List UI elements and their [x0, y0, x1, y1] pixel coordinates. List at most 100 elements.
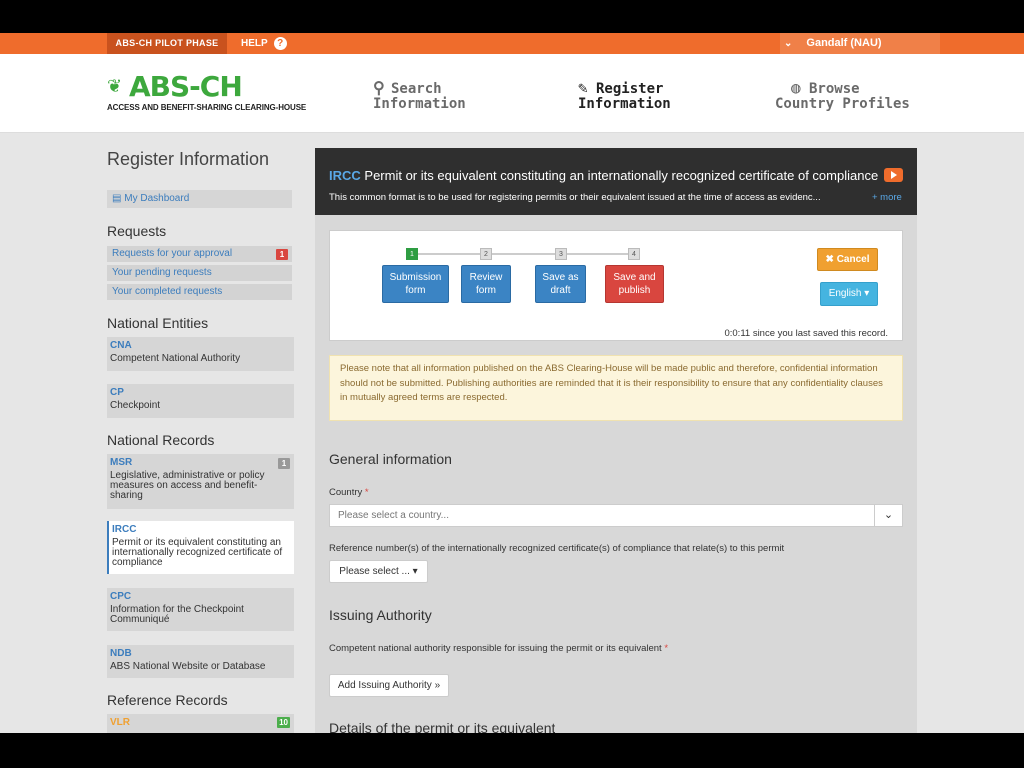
- step-number: 4: [628, 248, 640, 260]
- cna-label: Competent national authority responsible…: [329, 643, 668, 654]
- help-link[interactable]: HELP ?: [241, 33, 287, 54]
- help-icon: ?: [273, 37, 287, 50]
- sidebar-item-cp[interactable]: CP Checkpoint: [107, 384, 294, 418]
- button-line: publish: [618, 285, 651, 296]
- screen-top-border: [0, 0, 1024, 33]
- sidebar-title: Register Information: [107, 149, 270, 169]
- submission-form-button[interactable]: Submission form: [382, 265, 449, 303]
- general-information-heading: General information: [329, 451, 452, 467]
- step-number: 2: [480, 248, 492, 260]
- record-subtitle: This common format is to be used for reg…: [329, 192, 821, 203]
- button-line: form: [405, 285, 426, 296]
- reference-number-label: Reference number(s) of the international…: [329, 543, 785, 554]
- sidebar-item-ircc[interactable]: IRCC Permit or its equivalent constituti…: [107, 521, 294, 574]
- national-entities-heading: National Entities: [107, 315, 209, 331]
- cancel-label: Cancel: [836, 254, 870, 265]
- screen-bottom-border: [0, 733, 1024, 768]
- confidentiality-notice: Please note that all information publish…: [329, 355, 903, 421]
- caret-down-icon: ▾: [864, 288, 870, 299]
- search-icon: ⚲: [373, 78, 385, 97]
- sidebar-item-label: My Dashboard: [124, 193, 190, 204]
- record-code: CNA: [110, 340, 132, 351]
- logo-subtitle: ACCESS AND BENEFIT-SHARING CLEARING-HOUS…: [107, 103, 307, 112]
- review-form-button[interactable]: Review form: [461, 265, 511, 303]
- sidebar-item-dashboard[interactable]: ▤ My Dashboard: [107, 190, 292, 208]
- button-line: form: [476, 285, 496, 296]
- nav-register-line2: Information: [578, 96, 671, 112]
- add-issuing-authority-button[interactable]: Add Issuing Authority »: [329, 674, 449, 697]
- record-code: CPC: [110, 591, 132, 602]
- record-code: MSR: [110, 457, 133, 468]
- button-line: Save and: [613, 272, 656, 283]
- record-code: CP: [110, 387, 124, 398]
- language-dropdown[interactable]: English ▾: [820, 282, 878, 306]
- record-description: Legislative, administrative or policy me…: [110, 470, 265, 501]
- nav-search-line2: Information: [373, 96, 466, 112]
- record-code: VLR: [110, 717, 130, 728]
- edit-icon: ✎: [578, 78, 588, 97]
- more-link[interactable]: + more: [872, 192, 902, 203]
- save-draft-button[interactable]: Save as draft: [535, 265, 586, 303]
- video-play-icon[interactable]: [884, 168, 903, 182]
- record-description: Checkpoint: [110, 400, 161, 411]
- sidebar-item-pending-requests[interactable]: Your pending requests: [107, 265, 292, 281]
- logo-text: ABS-CH: [129, 70, 243, 103]
- nav-browse-country-profiles[interactable]: ◍ Browse Country Profiles: [775, 80, 910, 112]
- cna-label-text: Competent national authority responsible…: [329, 643, 662, 654]
- pilot-phase-label[interactable]: ABS-CH PILOT PHASE: [107, 33, 227, 54]
- nav-register-line1: Register: [596, 81, 664, 97]
- reference-select-dropdown[interactable]: Please select ... ▾: [329, 560, 428, 583]
- country-label: Country *: [329, 487, 369, 498]
- language-label: English: [828, 288, 862, 299]
- record-title-text: Permit or its equivalent constituting an…: [364, 168, 879, 183]
- required-marker: *: [364, 487, 369, 498]
- sidebar-item-msr[interactable]: MSR 1 Legislative, administrative or pol…: [107, 454, 294, 509]
- sidebar-item-cna[interactable]: CNA Competent National Authority: [107, 337, 294, 371]
- record-code: NDB: [110, 648, 132, 659]
- record-description: Permit or its equivalent constituting an…: [112, 537, 283, 568]
- nav-browse-line1: Browse: [809, 81, 860, 97]
- reference-records-heading: Reference Records: [107, 692, 228, 708]
- issuing-authority-heading: Issuing Authority: [329, 607, 432, 623]
- record-title: IRCC Permit or its equivalent constituti…: [329, 168, 878, 183]
- button-line: Review: [469, 272, 503, 283]
- sidebar-item-label: Requests for your approval: [112, 248, 233, 259]
- sidebar-item-completed-requests[interactable]: Your completed requests: [107, 284, 292, 300]
- nav-search-line1: Search: [391, 81, 442, 97]
- close-icon: ✖: [825, 254, 834, 265]
- last-saved-status: 0:0:11 since you last saved this record.: [724, 328, 888, 339]
- sidebar-item-cpc[interactable]: CPC Information for the Checkpoint Commu…: [107, 588, 294, 631]
- nav-browse-line2: Country Profiles: [775, 96, 910, 112]
- user-menu[interactable]: ⌄ Gandalf (NAU): [780, 33, 940, 54]
- cancel-button[interactable]: ✖ Cancel: [817, 248, 878, 271]
- step-number: 1: [406, 248, 418, 260]
- count-badge: 1: [278, 458, 290, 469]
- count-badge: 1: [276, 249, 288, 260]
- sidebar-item-requests-approval[interactable]: Requests for your approval 1: [107, 246, 292, 262]
- user-name: Gandalf (NAU): [806, 37, 882, 49]
- chevron-down-icon[interactable]: ⌄: [874, 504, 903, 527]
- save-publish-button[interactable]: Save and publish: [605, 265, 664, 303]
- globe-icon: ◍: [791, 78, 801, 97]
- step-connector: [412, 253, 634, 255]
- nav-search-information[interactable]: ⚲ Search Information: [373, 80, 466, 112]
- site-logo[interactable]: ❦ ABS-CH ACCESS AND BENEFIT-SHARING CLEAR…: [107, 70, 307, 113]
- required-marker: *: [664, 643, 669, 654]
- record-description: Information for the Checkpoint Communiqu…: [110, 604, 244, 625]
- leaf-logo-icon: ❦: [107, 76, 122, 97]
- permit-details-heading: Details of the permit or its equivalent: [329, 720, 556, 733]
- caret-down-icon: ▾: [412, 566, 418, 577]
- dashboard-icon: ▤: [112, 193, 122, 204]
- step-number: 3: [555, 248, 567, 260]
- nav-register-information[interactable]: ✎ Register Information: [578, 80, 671, 112]
- sidebar-item-ndb[interactable]: NDB ABS National Website or Database: [107, 645, 294, 678]
- record-code: IRCC: [112, 524, 137, 535]
- button-line: draft: [550, 285, 571, 296]
- sidebar-item-vlr[interactable]: VLR 10: [107, 714, 294, 733]
- count-badge: 10: [277, 717, 290, 728]
- record-tag: IRCC: [329, 168, 361, 183]
- national-records-heading: National Records: [107, 432, 215, 448]
- requests-heading: Requests: [107, 223, 167, 239]
- country-select-input[interactable]: Please select a country...: [329, 504, 875, 527]
- record-description: Competent National Authority: [110, 353, 241, 364]
